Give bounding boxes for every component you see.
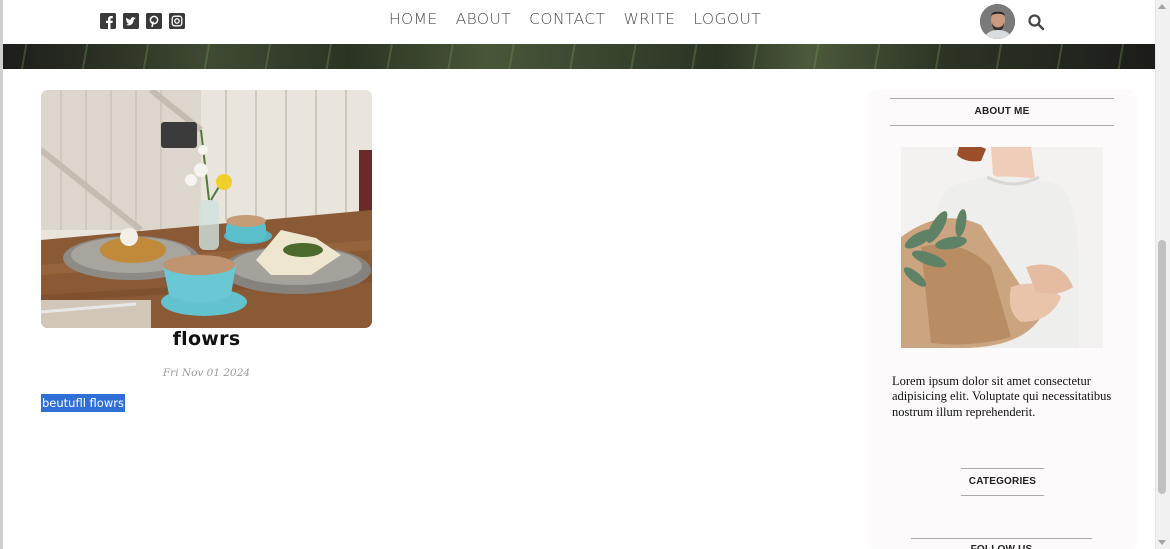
hero-banner (3, 44, 1155, 69)
nav-logout[interactable]: LOGOUT (693, 10, 761, 28)
about-me-text: Lorem ipsum dolor sit amet consectetur a… (892, 374, 1112, 419)
twitter-icon[interactable] (123, 13, 139, 29)
instagram-icon[interactable] (169, 13, 185, 29)
top-bar: HOME ABOUT CONTACT WRITE LOGOUT (3, 0, 1155, 44)
sidebar: ABOUT ME Lorem ipsum dolor sit amet cons… (867, 90, 1137, 549)
post-title[interactable]: flowrs (41, 328, 372, 350)
social-icons (100, 13, 185, 29)
scroll-down-arrow[interactable] (1158, 540, 1166, 545)
facebook-icon[interactable] (100, 13, 116, 29)
scrollbar-thumb[interactable] (1158, 240, 1166, 494)
nav-contact[interactable]: CONTACT (529, 10, 605, 28)
follow-us-title: FOLLOW US (911, 538, 1092, 549)
post-date: Fri Nov 01 2024 (162, 367, 251, 379)
avatar[interactable] (980, 4, 1015, 39)
main-nav: HOME ABOUT CONTACT WRITE LOGOUT (389, 10, 761, 28)
scroll-up-arrow[interactable] (1158, 4, 1166, 9)
search-icon[interactable] (1027, 13, 1045, 31)
nav-write[interactable]: WRITE (623, 10, 675, 28)
nav-home[interactable]: HOME (389, 10, 438, 28)
post-image[interactable] (41, 90, 372, 328)
about-me-image (901, 147, 1103, 348)
about-me-title: ABOUT ME (890, 98, 1114, 126)
nav-about[interactable]: ABOUT (456, 10, 512, 28)
window-frame (0, 0, 3, 549)
post-description: beutufll flowrs (41, 394, 125, 412)
categories-title: CATEGORIES (961, 468, 1044, 496)
pinterest-icon[interactable] (146, 13, 162, 29)
